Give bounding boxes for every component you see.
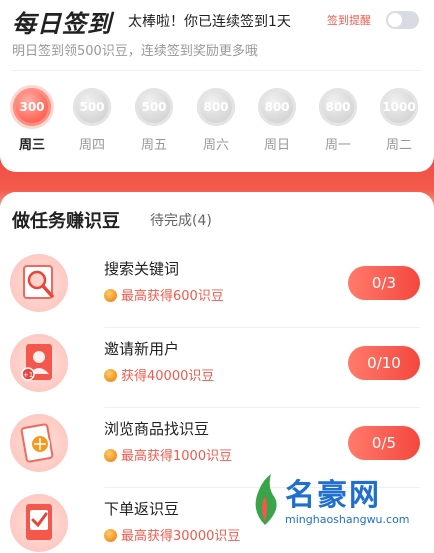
checkin-streak-text: 太棒啦！你已连续签到1天	[128, 14, 291, 30]
task-progress-button[interactable]: 0/10	[348, 346, 420, 380]
coin-badge: 500	[73, 88, 111, 126]
reminder-label: 签到提醒	[327, 14, 371, 27]
task-progress-button[interactable]: 0/3	[348, 266, 420, 300]
coin-badge: 800	[197, 88, 235, 126]
coin-badge: 500	[135, 88, 173, 126]
bean-icon	[104, 449, 117, 462]
task-reward: 获得40000识豆	[104, 365, 214, 384]
checkin-title: 每日签到	[12, 10, 112, 38]
watermark-logo-icon	[255, 474, 277, 525]
task-reward: 最高获得600识豆	[104, 285, 224, 304]
day-label: 周日	[263, 138, 290, 153]
checkin-subtitle: 明日签到领500识豆，连续签到奖励更多哦	[12, 44, 258, 59]
task-reward: 最高获得1000识豆	[104, 445, 232, 464]
task-name: 邀请新用户	[104, 340, 180, 358]
task-progress-button[interactable]: 0/5	[348, 426, 420, 460]
coin-badge: 1000	[380, 88, 418, 126]
day-label: 周五	[140, 138, 167, 153]
day-item: 500 周五	[129, 88, 179, 153]
order-check-icon	[10, 494, 68, 552]
day-label: 周三	[18, 138, 45, 153]
day-label: 周六	[202, 138, 229, 153]
task-pending-count: 待完成(4)	[150, 213, 212, 229]
watermark-url: minghaoshangwu.com	[285, 513, 410, 526]
checkin-card: 每日签到 太棒啦！你已连续签到1天 签到提醒 明日签到领500识豆，连续签到奖励…	[0, 0, 434, 172]
task-reward: 最高获得30000识豆	[104, 525, 240, 544]
bean-icon	[104, 289, 117, 302]
day-label: 周二	[385, 138, 412, 153]
day-label: 周一	[324, 138, 351, 153]
day-item: 800 周一	[313, 88, 363, 153]
task-reward-text: 最高获得1000识豆	[121, 449, 233, 464]
bean-icon	[104, 529, 117, 542]
day-item: 500 周四	[67, 88, 117, 153]
browse-goods-icon	[10, 414, 68, 472]
toggle-knob	[388, 13, 402, 27]
task-name: 搜索关键词	[104, 260, 180, 278]
task-row: +1 邀请新用户 获得40000识豆 0/10	[0, 328, 434, 408]
invite-user-icon: +1	[10, 334, 68, 392]
svg-text:+1: +1	[23, 371, 33, 379]
task-row: 搜索关键词 最高获得600识豆 0/3	[0, 248, 434, 328]
day-item: 1000 周二	[374, 88, 424, 153]
task-reward-text: 最高获得600识豆	[121, 289, 224, 304]
coin-badge: 800	[319, 88, 357, 126]
coin-badge: 800	[258, 88, 296, 126]
day-item: 800 周六	[191, 88, 241, 153]
bean-icon	[104, 369, 117, 382]
divider	[12, 70, 422, 71]
task-reward-text: 获得40000识豆	[121, 369, 215, 384]
task-section-title: 做任务赚识豆	[12, 211, 120, 232]
task-name: 下单返识豆	[104, 500, 180, 518]
watermark-title: 名豪网	[285, 478, 381, 513]
reminder-toggle[interactable]	[386, 11, 419, 29]
day-item: 800 周日	[252, 88, 302, 153]
day-label: 周四	[78, 138, 105, 153]
search-magnifier-icon	[10, 254, 68, 312]
coin-badge: 300	[13, 88, 51, 126]
task-name: 浏览商品找识豆	[104, 420, 210, 438]
site-watermark: 名豪网 minghaoshangwu.com	[245, 470, 434, 553]
day-item: 300 周三	[7, 88, 57, 153]
task-reward-text: 最高获得30000识豆	[121, 529, 241, 544]
checkin-days: 300 周三 500 周四 500 周五 800 周六 800 周日 800 周…	[0, 88, 434, 158]
